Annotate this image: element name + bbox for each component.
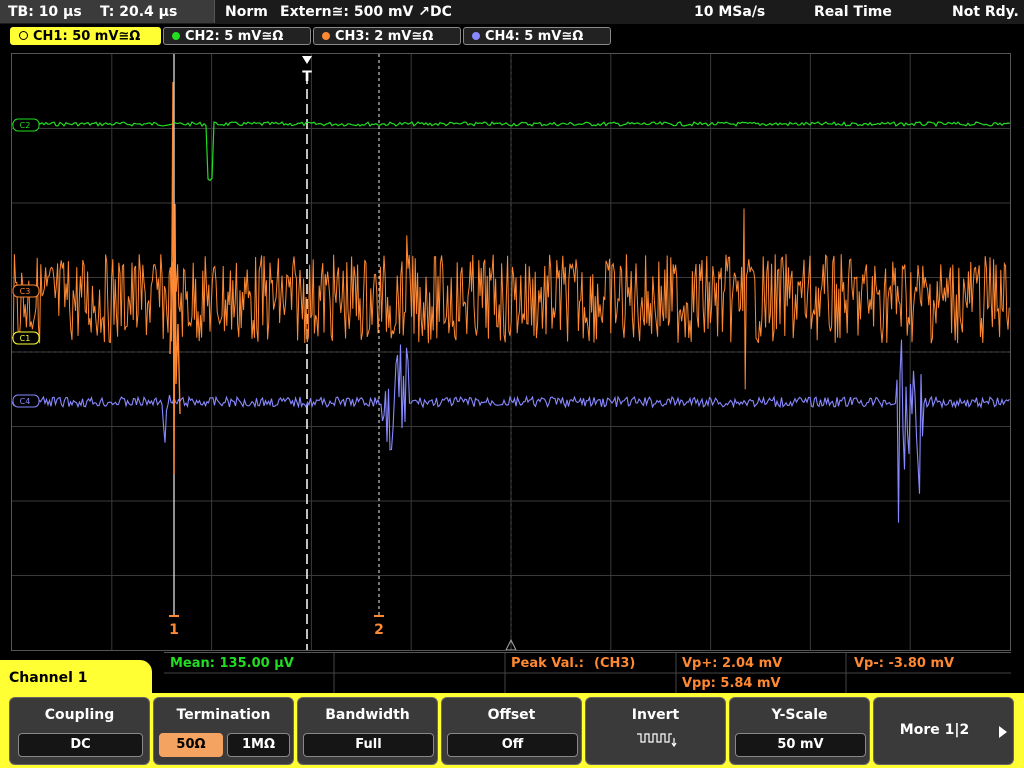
waveform-canvas: T C2 C3 C1 C4 1 2 xyxy=(12,54,1010,650)
offset-value[interactable]: Off xyxy=(447,733,578,757)
coupling-value[interactable]: DC xyxy=(18,733,143,757)
tab-ch4-label: CH4: 5 mV≅Ω xyxy=(485,29,584,44)
vp-minus-measurement: Vp-: -3.80 mV xyxy=(854,656,955,671)
peak-channel: (CH3) xyxy=(594,656,636,671)
bandwidth-value[interactable]: Full xyxy=(303,733,434,757)
y-scale-title: Y-Scale xyxy=(771,707,828,723)
ch1-level-marker[interactable]: C1 xyxy=(12,331,40,345)
vpp-measurement: Vpp: 5.84 mV xyxy=(682,676,781,691)
tab-ch1[interactable]: CH1: 50 mV≅Ω xyxy=(10,27,161,45)
ch2-level-label: C2 xyxy=(20,121,31,130)
graticule xyxy=(12,54,1010,650)
more-label: More 1|2 xyxy=(899,722,970,738)
trigger-marker: T xyxy=(302,69,312,85)
ch2-indicator-icon xyxy=(172,32,180,40)
tab-ch3[interactable]: CH3: 2 mV≅Ω xyxy=(313,27,461,45)
ch3-level-label: C3 xyxy=(20,287,31,296)
next-arrow-icon xyxy=(999,726,1007,738)
cursor-1-label[interactable]: 1 xyxy=(169,622,179,638)
termination-title: Termination xyxy=(176,707,271,723)
tab-ch3-label: CH3: 2 mV≅Ω xyxy=(335,29,434,44)
ch3-indicator-icon xyxy=(322,32,330,40)
tab-ch1-label: CH1: 50 mV≅Ω xyxy=(33,29,141,44)
menu-channel-label: Channel 1 xyxy=(0,660,152,696)
acquisition-mode: Real Time xyxy=(814,4,892,20)
status-bar: TB: 10 µs T: 20.4 µs Norm Extern≅: 500 m… xyxy=(0,0,1024,24)
invert-pulse-icon xyxy=(637,733,677,748)
trigger-mode[interactable]: Norm xyxy=(225,4,268,20)
y-scale-softkey[interactable]: Y-Scale 50 mV xyxy=(729,697,870,765)
trigger-time-readout: T: 20.4 µs xyxy=(100,4,178,20)
ch1-indicator-icon xyxy=(19,31,28,40)
sample-rate: 10 MSa/s xyxy=(694,4,766,20)
offset-softkey[interactable]: Offset Off xyxy=(441,697,582,765)
y-scale-value[interactable]: 50 mV xyxy=(735,733,866,757)
peak-label: Peak Val.: xyxy=(511,656,585,671)
ch4-level-label: C4 xyxy=(20,397,31,406)
coupling-softkey[interactable]: Coupling DC xyxy=(9,697,150,765)
ch4-indicator-icon xyxy=(472,32,480,40)
offset-title: Offset xyxy=(487,707,536,723)
invert-title: Invert xyxy=(631,707,680,723)
measurement-bar: Mean: 135.00 µV Peak Val.: (CH3) Vp+: 2.… xyxy=(164,652,1011,693)
mean-measurement: Mean: 135.00 µV xyxy=(170,656,294,671)
more-softkey[interactable]: More 1|2 xyxy=(873,697,1014,765)
cursor-2-label[interactable]: 2 xyxy=(374,622,384,638)
trigger-arrow-icon[interactable] xyxy=(302,56,312,64)
tab-ch4[interactable]: CH4: 5 mV≅Ω xyxy=(463,27,611,45)
termination-1mohm-option[interactable]: 1MΩ xyxy=(227,733,290,757)
vp-plus-measurement: Vp+: 2.04 mV xyxy=(682,656,783,671)
ch1-level-label: C1 xyxy=(20,334,31,343)
acquisition-state: Not Rdy. xyxy=(952,4,1019,20)
bandwidth-title: Bandwidth xyxy=(325,707,410,723)
timebase-box[interactable]: TB: 10 µs T: 20.4 µs xyxy=(0,0,215,23)
ch4-level-marker[interactable]: C4 xyxy=(12,394,40,408)
tab-ch2[interactable]: CH2: 5 mV≅Ω xyxy=(163,27,311,45)
waveform-display[interactable]: T C2 C3 C1 C4 1 2 xyxy=(11,53,1011,651)
termination-softkey[interactable]: Termination 50Ω 1MΩ xyxy=(153,697,294,765)
timebase-readout: TB: 10 µs xyxy=(8,4,82,20)
termination-50ohm-option[interactable]: 50Ω xyxy=(159,733,223,757)
bandwidth-softkey[interactable]: Bandwidth Full xyxy=(297,697,438,765)
coupling-title: Coupling xyxy=(44,707,115,723)
invert-softkey[interactable]: Invert xyxy=(585,697,726,765)
ch2-level-marker[interactable]: C2 xyxy=(12,118,40,132)
ch3-level-marker[interactable]: C3 xyxy=(12,284,40,298)
tab-ch2-label: CH2: 5 mV≅Ω xyxy=(185,29,284,44)
trigger-source[interactable]: Extern≅: 500 mV ↗DC xyxy=(280,4,452,20)
